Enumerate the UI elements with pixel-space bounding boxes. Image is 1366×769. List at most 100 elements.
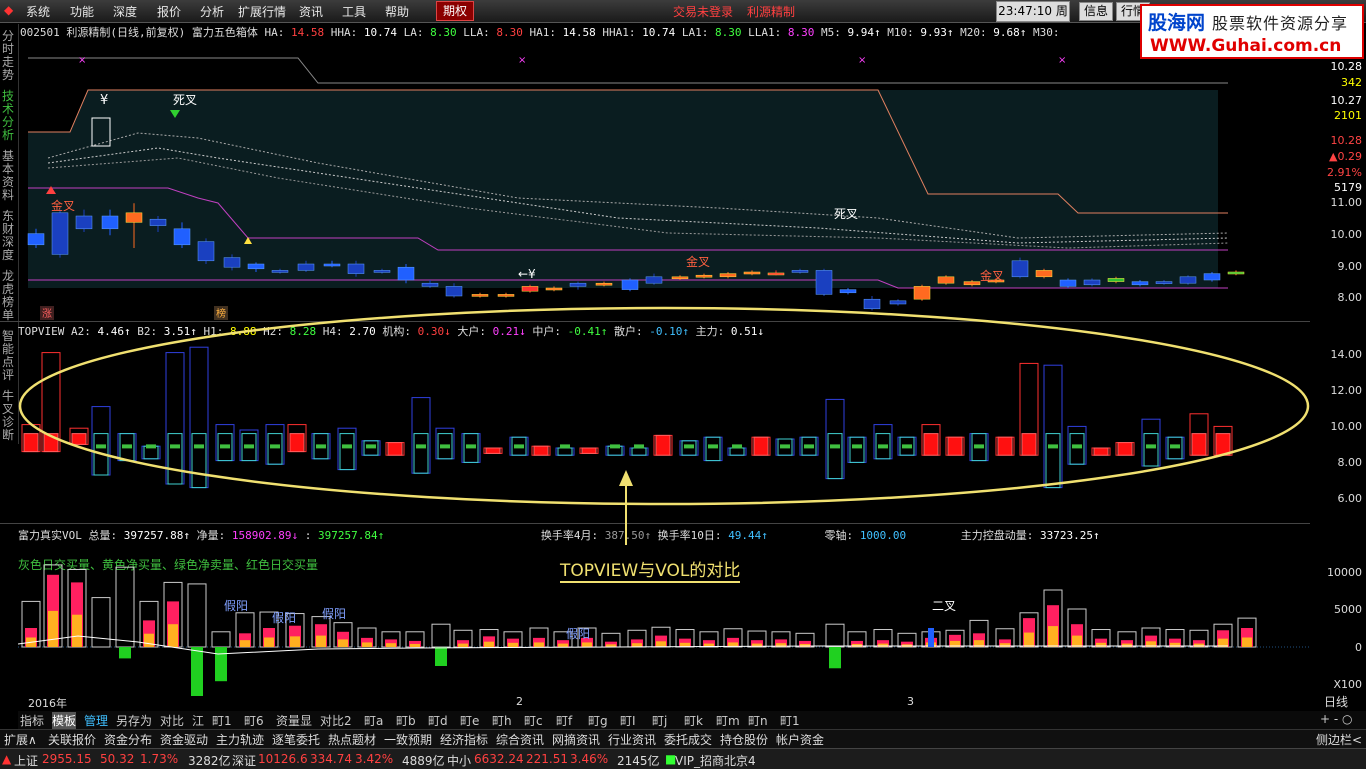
period-label[interactable]: 日线 [1324, 693, 1348, 710]
function-tab[interactable]: 主力轨迹 [216, 731, 264, 748]
sh-index-pct: 1.73% [140, 752, 179, 766]
template-tab[interactable]: 对比 [160, 712, 184, 729]
template-tab[interactable]: 町h [492, 712, 512, 729]
template-tab[interactable]: 町g [588, 712, 608, 729]
vtab-eastmoney-depth[interactable]: 东财深度 [2, 210, 16, 262]
template-tab[interactable]: 另存为 [116, 712, 152, 729]
function-tab[interactable]: 一致预期 [384, 731, 432, 748]
template-tab[interactable]: 町f [556, 712, 572, 729]
function-tab[interactable]: 帐户资金 [776, 731, 824, 748]
vol-value: 49.44↑ [728, 529, 768, 542]
menu-tools[interactable]: 工具 [342, 3, 366, 20]
function-tab[interactable]: 资金分布 [104, 731, 152, 748]
vol-values: 总量: 397257.88↑ 净量: 158902.89↓ : 397257.8… [89, 529, 1100, 542]
template-tab[interactable]: 管理 [84, 712, 108, 729]
template-tab[interactable]: 町k [684, 712, 703, 729]
menu-function[interactable]: 功能 [70, 3, 94, 20]
function-tab[interactable]: 持仓股份 [720, 731, 768, 748]
cross-marker: × [1058, 55, 1066, 66]
sme-index-pct: 3.46% [570, 752, 609, 766]
volume-net-buy-bar [1048, 626, 1058, 647]
volume-net-buy-bar [534, 642, 544, 647]
info-button[interactable]: 信息 [1079, 2, 1114, 21]
function-tab[interactable]: 扩展∧ [4, 731, 37, 748]
volume-net-buy-bar [410, 643, 420, 647]
vtab-fundamentals[interactable]: 基本资料 [2, 150, 16, 202]
volume-net-buy-bar [240, 640, 250, 647]
menu-ext-market[interactable]: 扩展行情 [238, 3, 286, 20]
function-tab[interactable]: 资金驱动 [160, 731, 208, 748]
vtab-diagnosis[interactable]: 牛叉诊断 [2, 390, 16, 442]
candle-body [1107, 278, 1125, 282]
vol-key: 换手率4月: [534, 529, 605, 542]
broker-server[interactable]: VIP_招商北京4 [675, 752, 756, 769]
sme-index-label[interactable]: 中小 [447, 752, 471, 769]
sidebar-toggle[interactable]: 侧边栏< [1316, 731, 1362, 748]
template-tab[interactable]: 町I [620, 712, 636, 729]
volume-net-buy-bar [72, 614, 82, 647]
price-axis-label: 5179 [1334, 181, 1362, 194]
menu-help[interactable]: 帮助 [385, 3, 409, 20]
volume-net-buy-bar [316, 635, 326, 647]
date-axis-year: 2016年 [28, 697, 67, 710]
template-tab[interactable]: 町j [652, 712, 667, 729]
template-tab[interactable]: 町6 [244, 712, 264, 729]
template-tab[interactable]: 指标 [20, 712, 44, 729]
function-tab[interactable]: 经济指标 [440, 731, 488, 748]
vtab-dragon-tiger[interactable]: 龙虎榜单 [2, 270, 16, 322]
template-tab[interactable]: 江 [192, 712, 204, 729]
template-tab[interactable]: 町a [364, 712, 383, 729]
vtab-intraday[interactable]: 分时走势 [2, 30, 16, 82]
candle-body [521, 286, 539, 292]
vtab-smart-review[interactable]: 智能点评 [2, 330, 16, 382]
zoom-controls[interactable]: + - ○ [1320, 712, 1352, 726]
yen-marker: ¥ [100, 93, 108, 108]
menu-analysis[interactable]: 分析 [200, 3, 224, 20]
template-tab[interactable]: 町1 [212, 712, 232, 729]
template-tab[interactable]: 町d [428, 712, 448, 729]
menu-system[interactable]: 系统 [26, 3, 50, 20]
volume-net-buy-bar [338, 639, 348, 647]
template-tab[interactable]: 町1 [780, 712, 800, 729]
menu-quote[interactable]: 报价 [157, 3, 181, 20]
function-tab[interactable]: 逐笔委托 [272, 731, 320, 748]
candle-body [671, 276, 689, 280]
function-tab[interactable]: 综合资讯 [496, 731, 544, 748]
volume-net-buy-bar [582, 642, 592, 647]
function-tab[interactable]: 行业资讯 [608, 731, 656, 748]
sz-index-amount: 4889亿 [402, 754, 445, 768]
function-tab[interactable]: 委托成交 [664, 731, 712, 748]
volume-chart[interactable]: 假阳假阳 假阳假阳二叉 [18, 544, 1310, 696]
function-tab[interactable]: 网摘资讯 [552, 731, 600, 748]
template-tab[interactable]: 对比2 [320, 712, 352, 729]
template-tab[interactable]: 模板 [52, 712, 77, 729]
candle-body [173, 228, 191, 246]
template-tab[interactable]: 资量显 [276, 712, 312, 729]
price-axis-tick: 11.00 [1330, 196, 1363, 209]
menu-depth[interactable]: 深度 [113, 3, 137, 20]
gold-cross-label: 金叉 [686, 254, 710, 269]
function-tab[interactable]: 关联报价 [48, 731, 96, 748]
candle-body [1083, 279, 1101, 286]
template-tab[interactable]: 町b [396, 712, 416, 729]
sh-index-label[interactable]: 上证 [14, 752, 38, 769]
template-tab[interactable]: 町e [460, 712, 479, 729]
sz-index-label[interactable]: 深证 [232, 752, 256, 769]
template-tab[interactable]: 町n [748, 712, 768, 729]
function-tab[interactable]: 热点题材 [328, 731, 376, 748]
gold-cross-label: 金叉 [980, 268, 1004, 283]
fake-yang-label: 假阳 [322, 607, 346, 621]
date-axis-month: 3 [907, 695, 914, 708]
candlestick-chart[interactable]: ¥ 死叉金叉←¥金叉死叉金叉× × × ×涨榜 [18, 38, 1310, 322]
volume-net-sell-bar [435, 647, 447, 666]
vtab-technical[interactable]: 技术分析 [2, 90, 16, 142]
candle-body [595, 282, 613, 286]
template-tab[interactable]: 町m [716, 712, 740, 729]
vol-key: 主力控盘动量: [954, 529, 1041, 542]
trade-status[interactable]: 交易未登录 [673, 3, 733, 20]
menu-options[interactable]: 期权 [436, 1, 475, 21]
template-tab[interactable]: 町c [524, 712, 543, 729]
menu-info[interactable]: 资讯 [299, 3, 323, 20]
candle-body [1203, 273, 1221, 281]
candle-body [569, 282, 587, 287]
